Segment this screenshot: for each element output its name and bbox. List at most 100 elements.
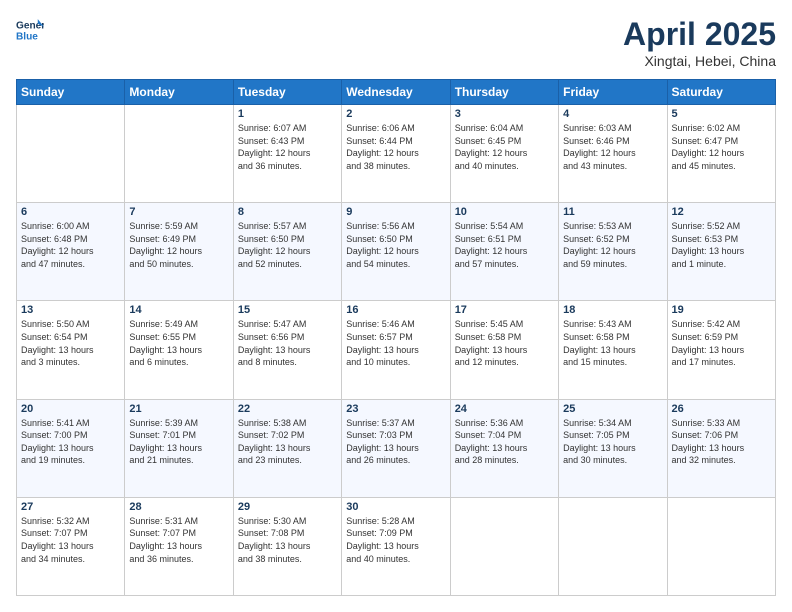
day-info: Sunrise: 6:02 AM Sunset: 6:47 PM Dayligh… <box>672 122 771 172</box>
logo: General Blue <box>16 16 44 44</box>
logo-icon: General Blue <box>16 16 44 44</box>
calendar-cell: 30 Sunrise: 5:28 AM Sunset: 7:09 PM Dayli… <box>342 497 450 595</box>
day-number: 9 <box>346 206 445 218</box>
day-info: Sunrise: 5:33 AM Sunset: 7:06 PM Dayligh… <box>672 417 771 467</box>
day-info: Sunrise: 5:46 AM Sunset: 6:57 PM Dayligh… <box>346 318 445 368</box>
calendar-cell: 26Sunrise: 5:33 AM Sunset: 7:06 PM Dayli… <box>667 399 775 497</box>
day-info: Sunrise: 5:36 AM Sunset: 7:04 PM Dayligh… <box>455 417 554 467</box>
day-info: Sunrise: 5:47 AM Sunset: 6:56 PM Dayligh… <box>238 318 337 368</box>
calendar-cell: 25 Sunrise: 5:34 AM Sunset: 7:05 PM Dayli… <box>559 399 667 497</box>
day-number: 17 <box>455 304 554 316</box>
calendar-week-1: 6 Sunrise: 6:00 AM Sunset: 6:48 PM Daylig… <box>17 203 776 301</box>
calendar-cell: 27 Sunrise: 5:32 AM Sunset: 7:07 PM Dayli… <box>17 497 125 595</box>
weekday-header-wednesday: Wednesday <box>342 80 450 105</box>
day-info: Sunrise: 5:59 AM Sunset: 6:49 PM Dayligh… <box>129 220 228 270</box>
title-section: April 2025 Xingtai, Hebei, China <box>623 16 776 69</box>
svg-text:Blue: Blue <box>16 31 38 42</box>
calendar-cell: 19 Sunrise: 5:42 AM Sunset: 6:59 PM Dayli… <box>667 301 775 399</box>
day-info: Sunrise: 6:03 AM Sunset: 6:46 PM Dayligh… <box>563 122 662 172</box>
day-info: Sunrise: 6:07 AM Sunset: 6:43 PM Dayligh… <box>238 122 337 172</box>
calendar-cell: 6 Sunrise: 6:00 AM Sunset: 6:48 PM Daylig… <box>17 203 125 301</box>
calendar-cell: 5 Sunrise: 6:02 AM Sunset: 6:47 PM Daylig… <box>667 105 775 203</box>
calendar-cell: 17 Sunrise: 5:45 AM Sunset: 6:58 PM Dayli… <box>450 301 558 399</box>
month-title: April 2025 <box>623 16 776 53</box>
calendar-week-2: 13 Sunrise: 5:50 AM Sunset: 6:54 PM Dayli… <box>17 301 776 399</box>
calendar-cell: 10Sunrise: 5:54 AM Sunset: 6:51 PM Dayli… <box>450 203 558 301</box>
day-number: 18 <box>563 304 662 316</box>
weekday-header-saturday: Saturday <box>667 80 775 105</box>
day-number: 7 <box>129 206 228 218</box>
calendar-cell: 13 Sunrise: 5:50 AM Sunset: 6:54 PM Dayli… <box>17 301 125 399</box>
calendar-cell: 15Sunrise: 5:47 AM Sunset: 6:56 PM Dayli… <box>233 301 341 399</box>
calendar-week-3: 20Sunrise: 5:41 AM Sunset: 7:00 PM Dayli… <box>17 399 776 497</box>
day-info: Sunrise: 6:06 AM Sunset: 6:44 PM Dayligh… <box>346 122 445 172</box>
day-info: Sunrise: 5:43 AM Sunset: 6:58 PM Dayligh… <box>563 318 662 368</box>
day-number: 23 <box>346 403 445 415</box>
day-info: Sunrise: 5:42 AM Sunset: 6:59 PM Dayligh… <box>672 318 771 368</box>
day-number: 24 <box>455 403 554 415</box>
calendar-cell <box>667 497 775 595</box>
day-number: 19 <box>672 304 771 316</box>
calendar-cell: 24 Sunrise: 5:36 AM Sunset: 7:04 PM Dayli… <box>450 399 558 497</box>
calendar-cell <box>559 497 667 595</box>
day-info: Sunrise: 6:04 AM Sunset: 6:45 PM Dayligh… <box>455 122 554 172</box>
calendar-cell: 23 Sunrise: 5:37 AM Sunset: 7:03 PM Dayli… <box>342 399 450 497</box>
calendar-cell: 11 Sunrise: 5:53 AM Sunset: 6:52 PM Dayli… <box>559 203 667 301</box>
day-number: 8 <box>238 206 337 218</box>
calendar-cell: 2 Sunrise: 6:06 AM Sunset: 6:44 PM Daylig… <box>342 105 450 203</box>
calendar-header: SundayMondayTuesdayWednesdayThursdayFrid… <box>17 80 776 105</box>
day-info: Sunrise: 5:45 AM Sunset: 6:58 PM Dayligh… <box>455 318 554 368</box>
day-number: 11 <box>563 206 662 218</box>
calendar-cell <box>450 497 558 595</box>
calendar-cell: 18 Sunrise: 5:43 AM Sunset: 6:58 PM Dayli… <box>559 301 667 399</box>
weekday-header-tuesday: Tuesday <box>233 80 341 105</box>
day-info: Sunrise: 5:56 AM Sunset: 6:50 PM Dayligh… <box>346 220 445 270</box>
day-number: 6 <box>21 206 120 218</box>
calendar-week-4: 27 Sunrise: 5:32 AM Sunset: 7:07 PM Dayli… <box>17 497 776 595</box>
calendar-cell: 8 Sunrise: 5:57 AM Sunset: 6:50 PM Daylig… <box>233 203 341 301</box>
day-info: Sunrise: 5:28 AM Sunset: 7:09 PM Dayligh… <box>346 515 445 565</box>
day-number: 21 <box>129 403 228 415</box>
day-number: 5 <box>672 108 771 120</box>
calendar-cell: 28Sunrise: 5:31 AM Sunset: 7:07 PM Dayli… <box>125 497 233 595</box>
calendar-cell <box>17 105 125 203</box>
calendar-cell <box>125 105 233 203</box>
day-info: Sunrise: 5:50 AM Sunset: 6:54 PM Dayligh… <box>21 318 120 368</box>
calendar-cell: 14Sunrise: 5:49 AM Sunset: 6:55 PM Dayli… <box>125 301 233 399</box>
day-info: Sunrise: 5:38 AM Sunset: 7:02 PM Dayligh… <box>238 417 337 467</box>
calendar-cell: 29 Sunrise: 5:30 AM Sunset: 7:08 PM Dayli… <box>233 497 341 595</box>
day-info: Sunrise: 5:34 AM Sunset: 7:05 PM Dayligh… <box>563 417 662 467</box>
day-info: Sunrise: 6:00 AM Sunset: 6:48 PM Dayligh… <box>21 220 120 270</box>
calendar: SundayMondayTuesdayWednesdayThursdayFrid… <box>16 79 776 596</box>
day-info: Sunrise: 5:53 AM Sunset: 6:52 PM Dayligh… <box>563 220 662 270</box>
day-number: 25 <box>563 403 662 415</box>
day-number: 29 <box>238 501 337 513</box>
day-info: Sunrise: 5:32 AM Sunset: 7:07 PM Dayligh… <box>21 515 120 565</box>
day-number: 30 <box>346 501 445 513</box>
header: General Blue April 2025 Xingtai, Hebei, … <box>16 16 776 69</box>
day-info: Sunrise: 5:37 AM Sunset: 7:03 PM Dayligh… <box>346 417 445 467</box>
calendar-cell: 22 Sunrise: 5:38 AM Sunset: 7:02 PM Dayli… <box>233 399 341 497</box>
calendar-cell: 20Sunrise: 5:41 AM Sunset: 7:00 PM Dayli… <box>17 399 125 497</box>
subtitle: Xingtai, Hebei, China <box>623 53 776 69</box>
calendar-cell: 9 Sunrise: 5:56 AM Sunset: 6:50 PM Daylig… <box>342 203 450 301</box>
day-number: 16 <box>346 304 445 316</box>
day-number: 28 <box>129 501 228 513</box>
calendar-week-0: 1 Sunrise: 6:07 AM Sunset: 6:43 PM Daylig… <box>17 105 776 203</box>
day-number: 2 <box>346 108 445 120</box>
day-info: Sunrise: 5:52 AM Sunset: 6:53 PM Dayligh… <box>672 220 771 270</box>
calendar-cell: 12Sunrise: 5:52 AM Sunset: 6:53 PM Dayli… <box>667 203 775 301</box>
day-number: 3 <box>455 108 554 120</box>
day-number: 20 <box>21 403 120 415</box>
day-info: Sunrise: 5:30 AM Sunset: 7:08 PM Dayligh… <box>238 515 337 565</box>
day-number: 14 <box>129 304 228 316</box>
calendar-cell: 3 Sunrise: 6:04 AM Sunset: 6:45 PM Daylig… <box>450 105 558 203</box>
day-number: 13 <box>21 304 120 316</box>
weekday-header-sunday: Sunday <box>17 80 125 105</box>
weekday-row: SundayMondayTuesdayWednesdayThursdayFrid… <box>17 80 776 105</box>
day-info: Sunrise: 5:57 AM Sunset: 6:50 PM Dayligh… <box>238 220 337 270</box>
day-number: 22 <box>238 403 337 415</box>
weekday-header-friday: Friday <box>559 80 667 105</box>
day-number: 1 <box>238 108 337 120</box>
day-number: 27 <box>21 501 120 513</box>
